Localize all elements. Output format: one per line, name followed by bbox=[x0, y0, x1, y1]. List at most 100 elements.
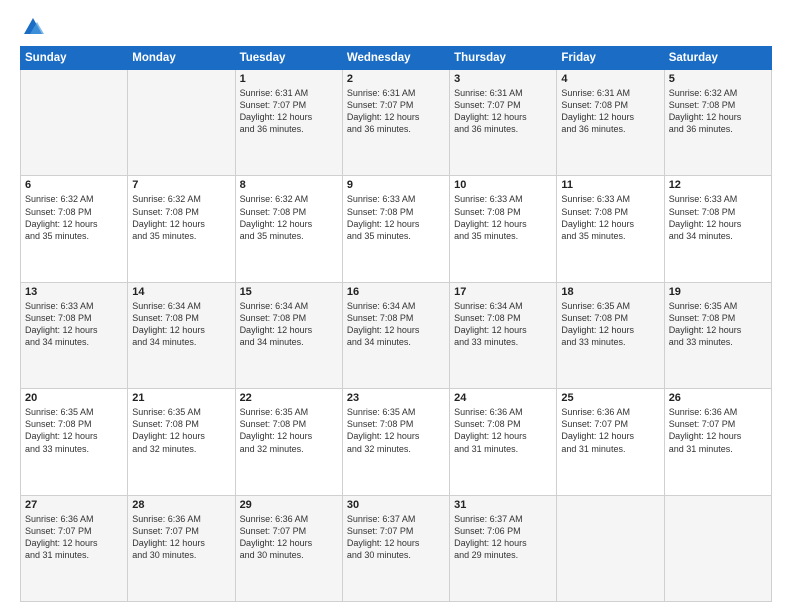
calendar-week-row: 6 Sunrise: 6:32 AM Sunset: 7:08 PM Daylig… bbox=[21, 176, 772, 282]
day-info: Sunrise: 6:33 AM Sunset: 7:08 PM Dayligh… bbox=[25, 300, 123, 349]
day-info: Sunrise: 6:35 AM Sunset: 7:08 PM Dayligh… bbox=[669, 300, 767, 349]
day-info: Sunrise: 6:33 AM Sunset: 7:08 PM Dayligh… bbox=[561, 193, 659, 242]
calendar-cell: 10Sunrise: 6:33 AM Sunset: 7:08 PM Dayli… bbox=[450, 176, 557, 282]
day-number: 28 bbox=[132, 499, 230, 511]
calendar-cell: 6 Sunrise: 6:32 AM Sunset: 7:08 PM Daylig… bbox=[21, 176, 128, 282]
calendar-cell bbox=[557, 495, 664, 601]
day-info: Sunrise: 6:35 AM Sunset: 7:08 PM Dayligh… bbox=[25, 406, 123, 455]
calendar-cell: 31 Sunrise: 6:37 AM Sunset: 7:06 PM Dayli… bbox=[450, 495, 557, 601]
calendar-cell: 9Sunrise: 6:33 AM Sunset: 7:08 PM Daylig… bbox=[342, 176, 449, 282]
logo-icon bbox=[22, 16, 44, 38]
calendar-cell: 11 Sunrise: 6:33 AM Sunset: 7:08 PM Dayli… bbox=[557, 176, 664, 282]
day-number: 12 bbox=[669, 179, 767, 191]
day-number: 16 bbox=[347, 286, 445, 298]
day-info: Sunrise: 6:36 AM Sunset: 7:07 PM Dayligh… bbox=[132, 513, 230, 562]
calendar-cell: 26 Sunrise: 6:36 AM Sunset: 7:07 PM Dayli… bbox=[664, 389, 771, 495]
calendar-cell: 22 Sunrise: 6:35 AM Sunset: 7:08 PM Dayli… bbox=[235, 389, 342, 495]
logo bbox=[20, 16, 44, 38]
calendar-day-header: Tuesday bbox=[235, 47, 342, 70]
day-info: Sunrise: 6:32 AM Sunset: 7:08 PM Dayligh… bbox=[240, 193, 338, 242]
day-info: Sunrise: 6:34 AM Sunset: 7:08 PM Dayligh… bbox=[132, 300, 230, 349]
calendar-day-header: Friday bbox=[557, 47, 664, 70]
calendar-week-row: 13 Sunrise: 6:33 AM Sunset: 7:08 PM Dayli… bbox=[21, 282, 772, 388]
day-number: 15 bbox=[240, 286, 338, 298]
day-info: Sunrise: 6:35 AM Sunset: 7:08 PM Dayligh… bbox=[240, 406, 338, 455]
day-number: 22 bbox=[240, 392, 338, 404]
calendar-cell: 2 Sunrise: 6:31 AM Sunset: 7:07 PM Daylig… bbox=[342, 70, 449, 176]
calendar-cell: 17Sunrise: 6:34 AM Sunset: 7:08 PM Dayli… bbox=[450, 282, 557, 388]
day-info: Sunrise: 6:37 AM Sunset: 7:07 PM Dayligh… bbox=[347, 513, 445, 562]
day-number: 5 bbox=[669, 73, 767, 85]
calendar-cell: 16 Sunrise: 6:34 AM Sunset: 7:08 PM Dayli… bbox=[342, 282, 449, 388]
day-number: 24 bbox=[454, 392, 552, 404]
day-info: Sunrise: 6:34 AM Sunset: 7:08 PM Dayligh… bbox=[347, 300, 445, 349]
day-number: 4 bbox=[561, 73, 659, 85]
calendar-day-header: Saturday bbox=[664, 47, 771, 70]
calendar-cell: 30 Sunrise: 6:37 AM Sunset: 7:07 PM Dayli… bbox=[342, 495, 449, 601]
calendar-week-row: 27Sunrise: 6:36 AM Sunset: 7:07 PM Dayli… bbox=[21, 495, 772, 601]
day-number: 7 bbox=[132, 179, 230, 191]
day-info: Sunrise: 6:31 AM Sunset: 7:07 PM Dayligh… bbox=[240, 87, 338, 136]
calendar-cell bbox=[128, 70, 235, 176]
calendar-day-header: Sunday bbox=[21, 47, 128, 70]
day-number: 21 bbox=[132, 392, 230, 404]
calendar-cell: 25Sunrise: 6:36 AM Sunset: 7:07 PM Dayli… bbox=[557, 389, 664, 495]
day-number: 11 bbox=[561, 179, 659, 191]
day-number: 8 bbox=[240, 179, 338, 191]
day-info: Sunrise: 6:37 AM Sunset: 7:06 PM Dayligh… bbox=[454, 513, 552, 562]
header bbox=[20, 16, 772, 38]
day-info: Sunrise: 6:34 AM Sunset: 7:08 PM Dayligh… bbox=[240, 300, 338, 349]
calendar-cell: 3 Sunrise: 6:31 AM Sunset: 7:07 PM Daylig… bbox=[450, 70, 557, 176]
day-number: 17 bbox=[454, 286, 552, 298]
day-number: 14 bbox=[132, 286, 230, 298]
day-info: Sunrise: 6:36 AM Sunset: 7:08 PM Dayligh… bbox=[454, 406, 552, 455]
day-info: Sunrise: 6:31 AM Sunset: 7:07 PM Dayligh… bbox=[347, 87, 445, 136]
day-info: Sunrise: 6:32 AM Sunset: 7:08 PM Dayligh… bbox=[25, 193, 123, 242]
day-info: Sunrise: 6:35 AM Sunset: 7:08 PM Dayligh… bbox=[132, 406, 230, 455]
day-number: 18 bbox=[561, 286, 659, 298]
day-number: 13 bbox=[25, 286, 123, 298]
day-number: 23 bbox=[347, 392, 445, 404]
day-info: Sunrise: 6:36 AM Sunset: 7:07 PM Dayligh… bbox=[240, 513, 338, 562]
calendar-cell: 13 Sunrise: 6:33 AM Sunset: 7:08 PM Dayli… bbox=[21, 282, 128, 388]
page: SundayMondayTuesdayWednesdayThursdayFrid… bbox=[0, 0, 792, 612]
day-number: 3 bbox=[454, 73, 552, 85]
calendar-cell: 12 Sunrise: 6:33 AM Sunset: 7:08 PM Dayli… bbox=[664, 176, 771, 282]
calendar-day-header: Wednesday bbox=[342, 47, 449, 70]
calendar-cell: 14 Sunrise: 6:34 AM Sunset: 7:08 PM Dayli… bbox=[128, 282, 235, 388]
day-number: 30 bbox=[347, 499, 445, 511]
calendar-cell: 28 Sunrise: 6:36 AM Sunset: 7:07 PM Dayli… bbox=[128, 495, 235, 601]
day-number: 31 bbox=[454, 499, 552, 511]
day-info: Sunrise: 6:35 AM Sunset: 7:08 PM Dayligh… bbox=[561, 300, 659, 349]
calendar-cell: 7 Sunrise: 6:32 AM Sunset: 7:08 PM Daylig… bbox=[128, 176, 235, 282]
calendar-week-row: 20Sunrise: 6:35 AM Sunset: 7:08 PM Dayli… bbox=[21, 389, 772, 495]
day-number: 10 bbox=[454, 179, 552, 191]
day-number: 9 bbox=[347, 179, 445, 191]
calendar-cell: 23 Sunrise: 6:35 AM Sunset: 7:08 PM Dayli… bbox=[342, 389, 449, 495]
calendar-cell: 19 Sunrise: 6:35 AM Sunset: 7:08 PM Dayli… bbox=[664, 282, 771, 388]
day-info: Sunrise: 6:32 AM Sunset: 7:08 PM Dayligh… bbox=[669, 87, 767, 136]
day-number: 19 bbox=[669, 286, 767, 298]
calendar-table: SundayMondayTuesdayWednesdayThursdayFrid… bbox=[20, 46, 772, 602]
day-number: 25 bbox=[561, 392, 659, 404]
calendar-week-row: 1Sunrise: 6:31 AM Sunset: 7:07 PM Daylig… bbox=[21, 70, 772, 176]
calendar-cell: 15 Sunrise: 6:34 AM Sunset: 7:08 PM Dayli… bbox=[235, 282, 342, 388]
calendar-cell: 5 Sunrise: 6:32 AM Sunset: 7:08 PM Daylig… bbox=[664, 70, 771, 176]
calendar-cell bbox=[664, 495, 771, 601]
calendar-day-header: Monday bbox=[128, 47, 235, 70]
day-number: 26 bbox=[669, 392, 767, 404]
calendar-cell: 18 Sunrise: 6:35 AM Sunset: 7:08 PM Dayli… bbox=[557, 282, 664, 388]
day-info: Sunrise: 6:31 AM Sunset: 7:08 PM Dayligh… bbox=[561, 87, 659, 136]
day-info: Sunrise: 6:36 AM Sunset: 7:07 PM Dayligh… bbox=[669, 406, 767, 455]
day-info: Sunrise: 6:33 AM Sunset: 7:08 PM Dayligh… bbox=[669, 193, 767, 242]
day-info: Sunrise: 6:31 AM Sunset: 7:07 PM Dayligh… bbox=[454, 87, 552, 136]
day-number: 2 bbox=[347, 73, 445, 85]
calendar-cell: 21 Sunrise: 6:35 AM Sunset: 7:08 PM Dayli… bbox=[128, 389, 235, 495]
calendar-day-header: Thursday bbox=[450, 47, 557, 70]
day-info: Sunrise: 6:35 AM Sunset: 7:08 PM Dayligh… bbox=[347, 406, 445, 455]
day-number: 29 bbox=[240, 499, 338, 511]
day-info: Sunrise: 6:32 AM Sunset: 7:08 PM Dayligh… bbox=[132, 193, 230, 242]
calendar-cell: 27Sunrise: 6:36 AM Sunset: 7:07 PM Dayli… bbox=[21, 495, 128, 601]
day-number: 6 bbox=[25, 179, 123, 191]
calendar-cell: 1Sunrise: 6:31 AM Sunset: 7:07 PM Daylig… bbox=[235, 70, 342, 176]
